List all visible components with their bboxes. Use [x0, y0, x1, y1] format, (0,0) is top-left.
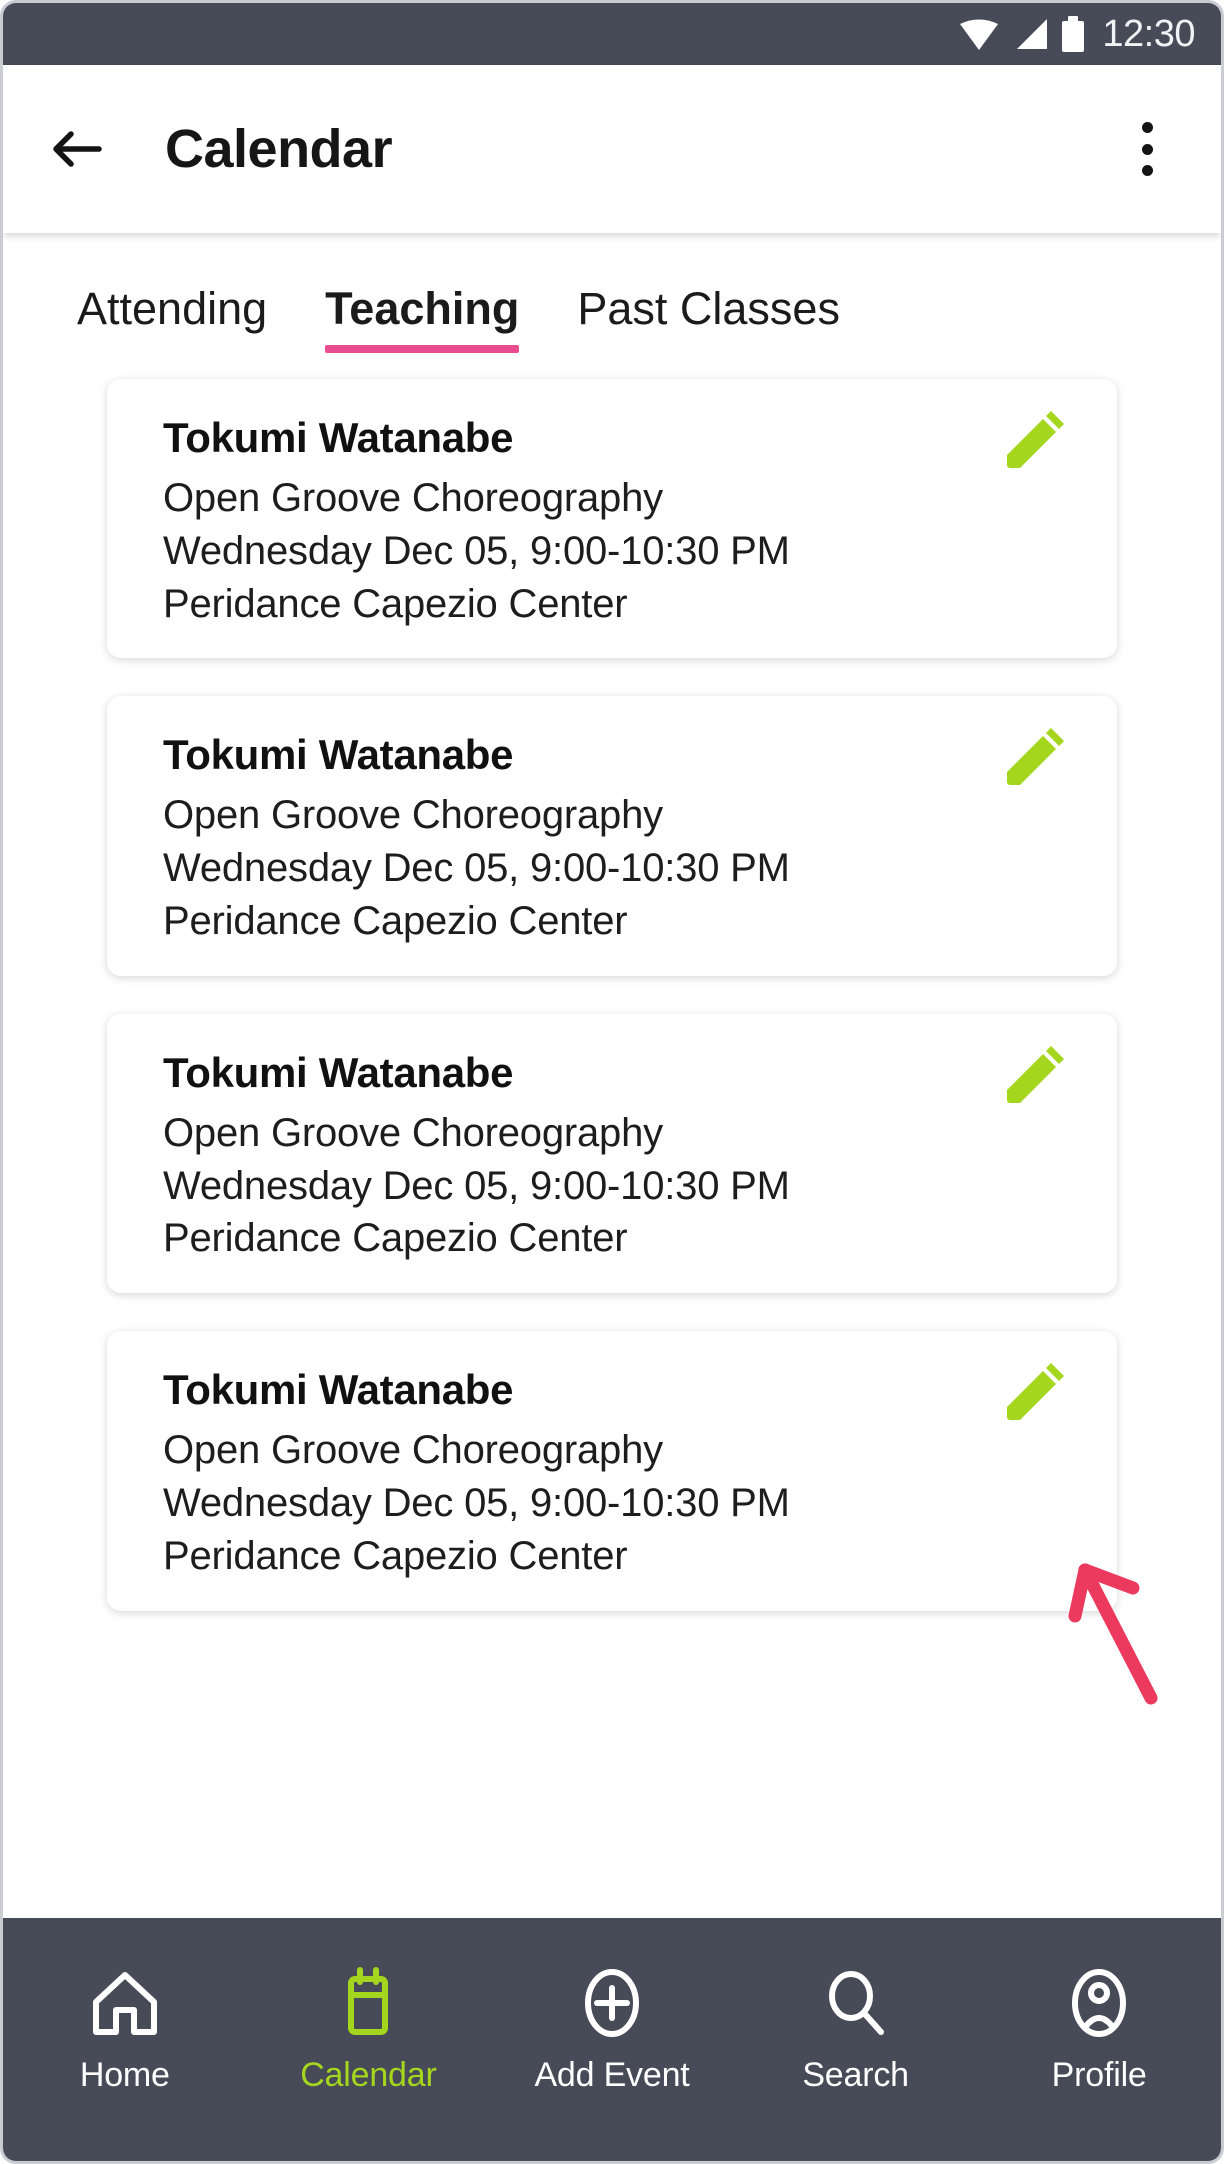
class-venue: Peridance Capezio Center [163, 1533, 628, 1578]
nav-label: Search [802, 2056, 909, 2094]
class-card-list: Tokumi Watanabe Open Groove Choreography… [3, 361, 1221, 1611]
nav-label: Profile [1051, 2056, 1147, 2094]
cellular-signal-icon [1013, 17, 1049, 51]
instructor-name: Tokumi Watanabe [163, 1366, 514, 1414]
nav-item-home[interactable]: Home [3, 1918, 247, 2143]
pencil-edit-icon[interactable] [999, 728, 1069, 798]
page-title: Calendar [165, 119, 393, 179]
tab-label: Teaching [325, 283, 520, 334]
tab-indicator [325, 345, 520, 353]
class-schedule: Wednesday Dec 05, 9:00-10:30 PM [163, 1163, 790, 1208]
tab-past-classes[interactable]: Past Classes [577, 283, 840, 361]
profile-icon [1062, 1966, 1136, 2040]
app-bar: Calendar [3, 65, 1221, 233]
back-arrow-icon[interactable] [49, 121, 105, 177]
tab-attending[interactable]: Attending [77, 283, 267, 361]
main-content: Attending Teaching Past Classes Tokumi W… [3, 233, 1221, 1918]
plus-circle-icon [575, 1966, 649, 2040]
bottom-navigation-bar: Home Calendar Add Event Search Profile [3, 1918, 1221, 2161]
instructor-name: Tokumi Watanabe [163, 1048, 514, 1096]
nav-label: Add Event [534, 2056, 690, 2094]
nav-item-profile[interactable]: Profile [977, 1918, 1221, 2143]
pencil-edit-icon[interactable] [999, 1045, 1069, 1116]
more-vertical-icon[interactable] [1119, 116, 1175, 182]
pencil-edit-icon[interactable] [999, 1363, 1069, 1433]
nav-label: Home [79, 2056, 170, 2094]
class-name: Open Groove Choreography [163, 1110, 663, 1155]
instructor-name: Tokumi Watanabe [163, 731, 514, 779]
battery-icon [1062, 16, 1085, 52]
class-venue: Peridance Capezio Center [163, 1216, 628, 1261]
pencil-edit-icon[interactable] [999, 411, 1069, 481]
tab-label: Past Classes [577, 283, 840, 334]
class-card[interactable]: Tokumi Watanabe Open Groove Choreography… [107, 696, 1117, 976]
class-card[interactable]: Tokumi Watanabe Open Groove Choreography… [107, 1013, 1117, 1294]
tab-label: Attending [77, 283, 268, 334]
class-name: Open Groove Choreography [163, 1428, 663, 1473]
status-bar-icons [958, 16, 1085, 52]
wifi-icon [958, 17, 1000, 51]
class-name: Open Groove Choreography [163, 793, 663, 838]
status-bar: 12:30 [3, 3, 1221, 65]
tab-teaching[interactable]: Teaching [325, 283, 520, 361]
nav-item-search[interactable]: Search [734, 1918, 978, 2143]
class-card[interactable]: Tokumi Watanabe Open Groove Choreography… [107, 379, 1117, 659]
class-name: Open Groove Choreography [163, 476, 663, 520]
class-venue: Peridance Capezio Center [163, 581, 628, 626]
tab-bar: Attending Teaching Past Classes [3, 233, 1221, 361]
nav-item-add-event[interactable]: Add Event [490, 1918, 734, 2143]
class-card[interactable]: Tokumi Watanabe Open Groove Choreography… [107, 1331, 1117, 1611]
class-schedule: Wednesday Dec 05, 9:00-10:30 PM [163, 528, 790, 573]
phone-screen: 12:30 Calendar Attending Teaching Past C… [0, 0, 1224, 2164]
class-venue: Peridance Capezio Center [163, 898, 628, 943]
calendar-icon [331, 1966, 405, 2040]
instructor-name: Tokumi Watanabe [163, 414, 514, 461]
home-icon [88, 1966, 162, 2040]
class-schedule: Wednesday Dec 05, 9:00-10:30 PM [163, 846, 790, 891]
nav-item-calendar[interactable]: Calendar [247, 1918, 491, 2143]
class-schedule: Wednesday Dec 05, 9:00-10:30 PM [163, 1480, 790, 1525]
search-icon [819, 1966, 893, 2040]
status-bar-time: 12:30 [1102, 13, 1195, 55]
nav-label: Calendar [300, 2056, 437, 2094]
